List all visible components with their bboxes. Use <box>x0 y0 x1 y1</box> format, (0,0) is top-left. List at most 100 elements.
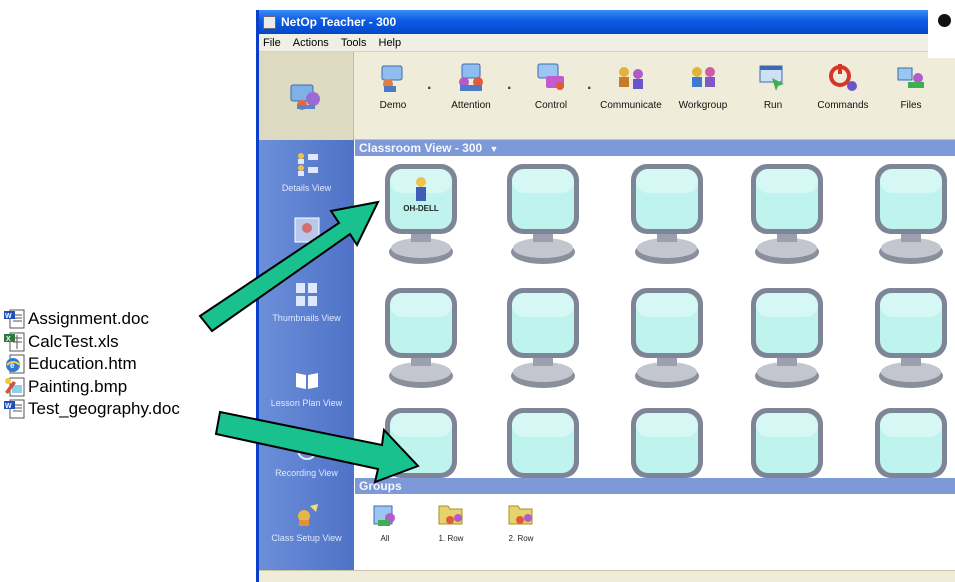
menu-help[interactable]: Help <box>379 37 402 49</box>
monitor-icon <box>875 288 947 388</box>
student-computer[interactable] <box>627 284 707 394</box>
sidebar-item-thumbnails-view[interactable]: Thumbnails View <box>259 280 354 323</box>
student-computer[interactable] <box>747 160 827 270</box>
file-item-painting[interactable]: Painting.bmp <box>4 376 180 399</box>
monitor-icon <box>507 164 579 264</box>
file-item-test-geography[interactable]: W Test_geography.doc <box>4 398 180 421</box>
commands-icon <box>829 64 857 91</box>
slide: W Assignment.doc X CalcTest.xls e Educat… <box>0 0 955 582</box>
menu-actions[interactable]: Actions <box>293 37 329 49</box>
svg-text:W: W <box>5 403 12 410</box>
window-title: NetOp Teacher - 300 <box>281 15 397 29</box>
group-row-1[interactable]: 1. Row <box>421 500 481 543</box>
sidebar-item-class-setup-view[interactable]: Class Setup View <box>259 500 354 543</box>
file-item-assignment[interactable]: W Assignment.doc <box>4 308 180 331</box>
word-document-icon: W <box>4 309 25 329</box>
bullet-point <box>938 14 951 27</box>
recording-view-icon <box>296 440 317 460</box>
classroom-grid: OH-DELL <box>355 156 955 508</box>
netop-logo-icon <box>290 84 320 110</box>
monitor-icon <box>751 288 823 388</box>
group-folder-icon <box>508 505 533 525</box>
control-button[interactable]: Control <box>515 60 587 111</box>
files-icon <box>897 67 924 88</box>
menu-bar: File Actions Tools Help <box>259 34 955 52</box>
file-item-education[interactable]: e Education.htm <box>4 353 180 376</box>
details-view-icon <box>297 153 318 176</box>
file-item-calctest[interactable]: X CalcTest.xls <box>4 331 180 354</box>
thumbnails-view-icon <box>295 283 317 306</box>
svg-text:W: W <box>5 313 12 320</box>
excel-spreadsheet-icon: X <box>4 332 25 352</box>
file-name: Education.htm <box>28 354 137 374</box>
view-sidebar: Details View Thumbnails View Lesson Plan… <box>259 140 354 570</box>
student-computer[interactable] <box>627 160 707 270</box>
classroom-view-icon <box>294 217 319 243</box>
status-bar <box>259 570 955 582</box>
workgroup-button[interactable]: Workgroup <box>667 60 739 111</box>
student-computer[interactable] <box>503 160 583 270</box>
file-name: Test_geography.doc <box>28 399 180 419</box>
files-button[interactable]: Files <box>875 60 947 111</box>
svg-text:e: e <box>10 361 15 370</box>
commands-button[interactable]: Commands <box>807 60 879 111</box>
sidebar-item-classroom-view[interactable] <box>259 215 354 248</box>
netop-teacher-window: NetOp Teacher - 300 File Actions Tools H… <box>256 10 955 582</box>
groups-header: Groups <box>355 478 955 494</box>
monitor-icon <box>385 288 457 388</box>
menu-file[interactable]: File <box>263 37 281 49</box>
monitor-icon <box>875 164 947 264</box>
svg-text:X: X <box>6 336 11 343</box>
group-folder-icon <box>438 505 463 525</box>
computer-name-label: OH-DELL <box>403 204 439 213</box>
monitor-icon <box>385 164 457 264</box>
demo-button[interactable]: Demo <box>357 60 429 111</box>
sidebar-item-details-view[interactable]: Details View <box>259 150 354 193</box>
student-computer[interactable] <box>381 284 461 394</box>
class-setup-view-icon <box>297 504 318 526</box>
toolbar-separator: . <box>427 76 432 93</box>
html-document-icon: e <box>6 354 25 374</box>
monitor-icon <box>507 288 579 388</box>
menu-tools[interactable]: Tools <box>341 37 367 49</box>
monitor-icon <box>631 288 703 388</box>
workgroup-icon <box>692 67 715 87</box>
toolbar-separator: . <box>587 76 592 93</box>
slide-text-panel <box>928 0 955 58</box>
sidebar-item-recording-view[interactable]: Recording View <box>259 435 354 478</box>
bitmap-image-icon <box>5 377 25 397</box>
control-icon <box>537 63 564 90</box>
run-button[interactable]: Run <box>737 60 809 111</box>
monitor-icon <box>751 164 823 264</box>
student-user-icon <box>416 177 426 201</box>
app-icon <box>263 15 276 29</box>
lesson-plan-view-icon <box>295 373 318 389</box>
group-folder-icon <box>373 505 395 526</box>
student-computer[interactable] <box>503 284 583 394</box>
group-row-2[interactable]: 2. Row <box>491 500 551 543</box>
group-all[interactable]: All <box>355 500 415 543</box>
student-computer[interactable] <box>747 284 827 394</box>
toolbar: Demo . Attention . Control . Communicate… <box>259 52 955 140</box>
file-name: Assignment.doc <box>28 309 149 329</box>
sidebar-item-lesson-plan-view[interactable]: Lesson Plan View <box>259 365 354 408</box>
demo-icon <box>381 65 403 92</box>
netop-logo-pane <box>259 52 354 140</box>
communicate-button[interactable]: Communicate <box>595 60 667 111</box>
groups-panel: All 1. Row 2. Row <box>355 494 955 566</box>
run-icon <box>759 65 784 91</box>
student-computer[interactable]: OH-DELL <box>381 160 461 270</box>
monitor-icon <box>631 164 703 264</box>
attention-icon <box>459 63 483 91</box>
attention-button[interactable]: Attention <box>435 60 507 111</box>
student-computer[interactable] <box>871 160 951 270</box>
chevron-down-icon[interactable]: ▼ <box>490 144 499 154</box>
communicate-icon <box>619 67 643 89</box>
file-name: Painting.bmp <box>28 376 128 396</box>
word-document-icon: W <box>4 399 25 419</box>
classroom-view-header[interactable]: Classroom View - 300 ▼ <box>355 140 955 156</box>
file-name: CalcTest.xls <box>28 331 119 351</box>
student-computer[interactable] <box>871 284 951 394</box>
title-bar[interactable]: NetOp Teacher - 300 <box>259 10 955 34</box>
file-list: W Assignment.doc X CalcTest.xls e Educat… <box>4 308 180 421</box>
